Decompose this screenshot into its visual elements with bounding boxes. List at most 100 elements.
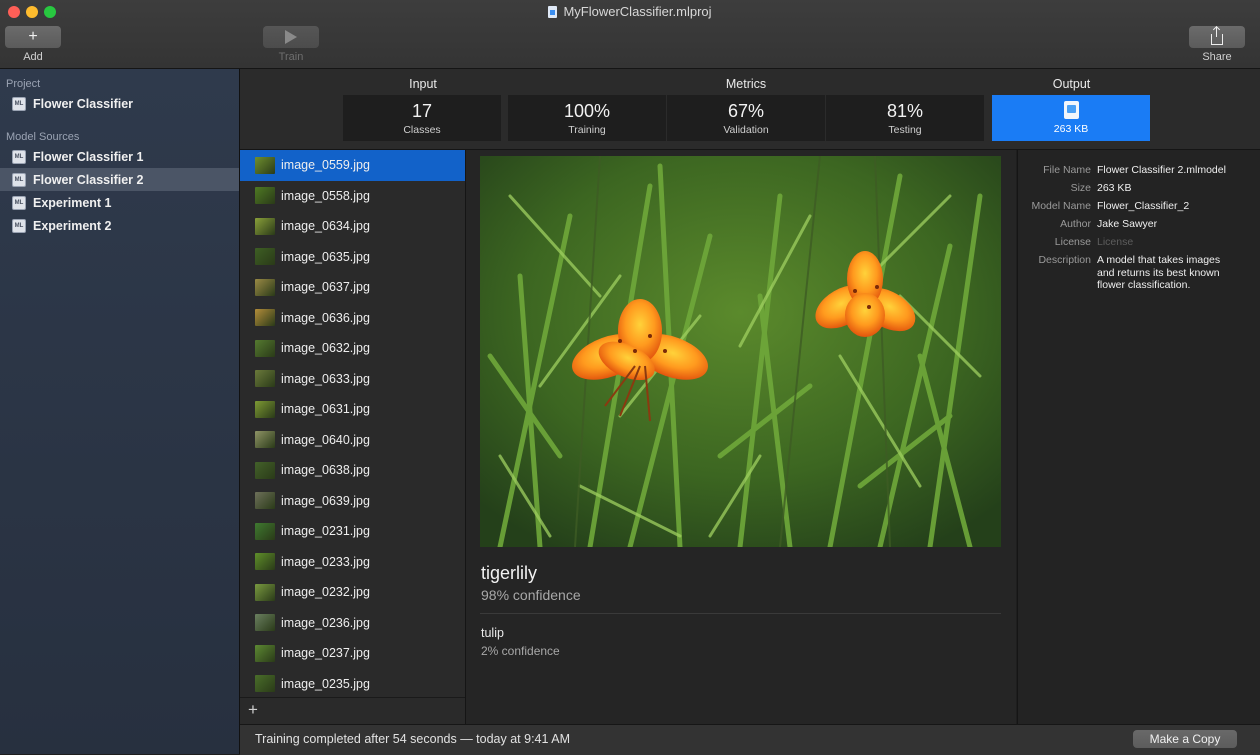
- add-image-icon[interactable]: +: [248, 700, 258, 720]
- license-field[interactable]: License: [1097, 236, 1237, 249]
- toolbar: MyFlowerClassifier.mlproj + Add Train Sh…: [0, 0, 1260, 69]
- ml-model-icon: ML: [12, 96, 26, 111]
- image-thumbnail: [255, 614, 275, 632]
- file-name: image_0235.jpg: [281, 676, 370, 691]
- classes-value: 17: [411, 101, 433, 121]
- file-list-item[interactable]: image_0638.jpg: [240, 455, 465, 486]
- file-list-item[interactable]: image_0236.jpg: [240, 608, 465, 639]
- file-list-item[interactable]: image_0231.jpg: [240, 516, 465, 547]
- prediction-divider: [480, 613, 1001, 614]
- project-document-icon: [548, 6, 558, 18]
- top-prediction-label: tigerlily: [481, 563, 538, 583]
- info-value-size: 263 KB: [1097, 182, 1132, 194]
- share-label: Share: [1202, 51, 1232, 63]
- train-button[interactable]: Train: [263, 26, 319, 63]
- info-row-model-name: Model Name Flower_Classifier_2: [1018, 200, 1260, 213]
- top-prediction-confidence: 98% confidence: [481, 587, 581, 603]
- testing-value: 81%: [886, 101, 924, 121]
- file-list-item[interactable]: image_0640.jpg: [240, 425, 465, 456]
- info-key: Description: [1038, 254, 1091, 266]
- sidebar-item-experiment-1[interactable]: ML Experiment 1: [0, 191, 239, 214]
- sidebar-item-label: Flower Classifier: [33, 96, 134, 111]
- sidebar-item-project[interactable]: ML Flower Classifier: [0, 92, 239, 115]
- training-tile[interactable]: 100% Training: [508, 95, 666, 141]
- file-list-item[interactable]: image_0632.jpg: [240, 333, 465, 364]
- info-key: Author: [1060, 218, 1091, 230]
- image-thumbnail: [255, 278, 275, 296]
- testing-tile[interactable]: 81% Testing: [826, 95, 984, 141]
- file-list-item[interactable]: image_0635.jpg: [240, 242, 465, 273]
- file-name: image_0236.jpg: [281, 615, 370, 630]
- sidebar-item-label: Experiment 2: [33, 218, 112, 233]
- file-list-item[interactable]: image_0637.jpg: [240, 272, 465, 303]
- share-icon[interactable]: [1189, 26, 1245, 48]
- ml-model-icon: ML: [12, 218, 26, 233]
- file-name: image_0637.jpg: [281, 280, 370, 295]
- metrics-header: Metrics: [725, 77, 767, 91]
- info-row-author: Author Jake Sawyer: [1018, 218, 1260, 231]
- file-list-item[interactable]: image_0636.jpg: [240, 303, 465, 334]
- image-thumbnail: [255, 461, 275, 479]
- window-title-text: MyFlowerClassifier.mlproj: [563, 4, 712, 19]
- file-name: image_0558.jpg: [281, 188, 370, 203]
- validation-tile[interactable]: 67% Validation: [667, 95, 825, 141]
- training-value: 100%: [563, 101, 611, 121]
- file-list-item[interactable]: image_0631.jpg: [240, 394, 465, 425]
- info-value-file-name: Flower Classifier 2.mlmodel: [1097, 164, 1226, 176]
- add-button[interactable]: + Add: [5, 26, 61, 63]
- file-list-item[interactable]: image_0634.jpg: [240, 211, 465, 242]
- prediction-preview: tigerlily 98% confidence tulip 2% confid…: [466, 150, 1016, 724]
- info-value-description[interactable]: A model that takes images and returns it…: [1097, 254, 1237, 292]
- image-thumbnail: [255, 187, 275, 205]
- file-list-item[interactable]: image_0232.jpg: [240, 577, 465, 608]
- file-name: image_0634.jpg: [281, 219, 370, 234]
- info-value-author[interactable]: Jake Sawyer: [1097, 218, 1237, 231]
- second-prediction-label: tulip: [481, 626, 504, 640]
- ml-model-icon: ML: [12, 172, 26, 187]
- file-name: image_0232.jpg: [281, 585, 370, 600]
- training-status-text: Training completed after 54 seconds — to…: [255, 732, 570, 746]
- share-button[interactable]: Share: [1189, 26, 1245, 63]
- file-list-item[interactable]: image_0558.jpg: [240, 181, 465, 212]
- file-name: image_0237.jpg: [281, 646, 370, 661]
- output-model-tile[interactable]: 263 KB: [992, 95, 1150, 141]
- mlmodel-file-icon: [1063, 101, 1079, 119]
- tigerlily-photo-illustration: [480, 156, 1001, 547]
- file-list-item[interactable]: image_0233.jpg: [240, 547, 465, 578]
- sidebar-item-flower-classifier-2[interactable]: ML Flower Classifier 2: [0, 168, 239, 191]
- sidebar-item-experiment-2[interactable]: ML Experiment 2: [0, 214, 239, 237]
- file-name: image_0633.jpg: [281, 371, 370, 386]
- info-row-description: Description A model that takes images an…: [1018, 254, 1260, 292]
- validation-caption: Validation: [723, 124, 769, 136]
- sidebar-item-flower-classifier-1[interactable]: ML Flower Classifier 1: [0, 145, 239, 168]
- classes-tile[interactable]: 17 Classes: [343, 95, 501, 141]
- testing-caption: Testing: [888, 124, 922, 136]
- image-thumbnail: [255, 583, 275, 601]
- input-header: Input: [409, 77, 437, 91]
- play-icon[interactable]: [263, 26, 319, 48]
- image-thumbnail: [255, 553, 275, 571]
- image-file-list: image_0559.jpg image_0558.jpg image_0634.j…: [240, 150, 466, 724]
- file-name: image_0233.jpg: [281, 554, 370, 569]
- file-list-item[interactable]: image_0559.jpg: [240, 150, 465, 181]
- file-name: image_0231.jpg: [281, 524, 370, 539]
- file-list-item[interactable]: image_0639.jpg: [240, 486, 465, 517]
- file-name: image_0559.jpg: [281, 158, 370, 173]
- plus-icon[interactable]: +: [5, 26, 61, 48]
- info-key: File Name: [1043, 164, 1091, 176]
- file-list-item[interactable]: image_0235.jpg: [240, 669, 465, 700]
- image-thumbnail: [255, 644, 275, 662]
- file-name: image_0636.jpg: [281, 310, 370, 325]
- model-sources-header: Model Sources: [6, 131, 80, 143]
- output-header: Output: [1052, 77, 1091, 91]
- info-value-model-name[interactable]: Flower_Classifier_2: [1097, 200, 1237, 213]
- info-key: License: [1054, 236, 1091, 248]
- model-info-panel: File Name Flower Classifier 2.mlmodel Si…: [1017, 150, 1260, 724]
- training-caption: Training: [568, 124, 606, 136]
- make-a-copy-button[interactable]: Make a Copy: [1133, 730, 1237, 748]
- image-thumbnail: [255, 309, 275, 327]
- file-list-item[interactable]: image_0633.jpg: [240, 364, 465, 395]
- file-list-item[interactable]: image_0237.jpg: [240, 638, 465, 669]
- image-thumbnail: [255, 522, 275, 540]
- train-label: Train: [278, 51, 304, 63]
